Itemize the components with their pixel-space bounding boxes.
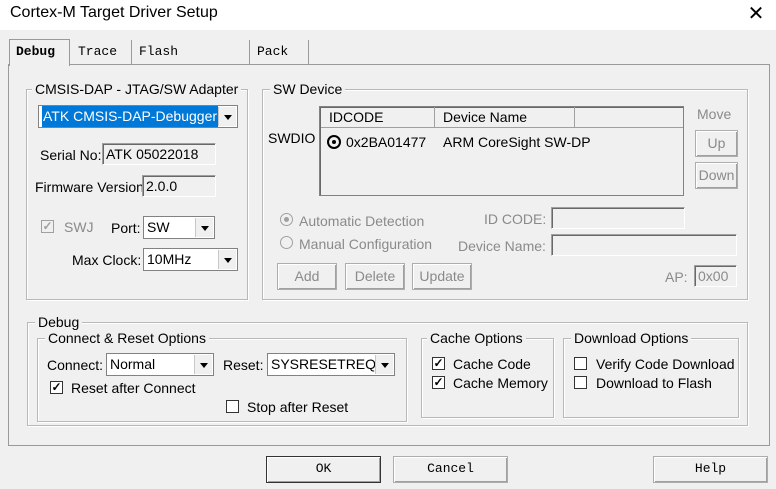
- swdio-label: SWDIO: [268, 130, 316, 146]
- connect-select[interactable]: Normal: [106, 353, 214, 376]
- tab-debug[interactable]: Debug: [9, 39, 70, 66]
- chevron-down-icon[interactable]: [218, 107, 236, 126]
- serial-field: ATK 05022018: [102, 143, 216, 165]
- manual-config-radio[interactable]: [280, 236, 293, 249]
- stop-after-reset-label: Stop after Reset: [247, 399, 349, 415]
- maxclock-label: Max Clock:: [72, 252, 142, 268]
- chevron-down-icon[interactable]: [194, 355, 212, 374]
- column-divider: [574, 107, 575, 127]
- verify-download-label: Verify Code Download: [596, 356, 735, 372]
- swj-checkbox[interactable]: ✓: [41, 220, 54, 233]
- reset-select-value: SYSRESETREQ: [271, 356, 377, 372]
- auto-detect-label: Automatic Detection: [299, 213, 425, 229]
- device-list[interactable]: IDCODE Device Name 0x2BA01477 ARM CoreSi…: [319, 106, 684, 196]
- title-bar: Cortex-M Target Driver Setup ✕: [0, 0, 776, 30]
- radio-selected-icon: [327, 135, 341, 149]
- cancel-button[interactable]: Cancel: [393, 456, 508, 483]
- row-idcode: 0x2BA01477: [346, 134, 427, 150]
- download-to-flash-label: Download to Flash: [596, 375, 712, 391]
- close-icon[interactable]: ✕: [744, 2, 768, 26]
- move-label: Move: [697, 106, 732, 122]
- maxclock-select[interactable]: 10MHz: [143, 248, 238, 271]
- cache-memory-label: Cache Memory: [453, 375, 548, 391]
- connect-select-value: Normal: [110, 356, 156, 372]
- ap-field[interactable]: 0x00: [694, 265, 737, 287]
- reset-after-connect-label: Reset after Connect: [71, 380, 196, 396]
- auto-detect-radio[interactable]: [280, 213, 293, 226]
- swj-label: SWJ: [64, 219, 94, 235]
- reset-select[interactable]: SYSRESETREQ: [267, 353, 395, 376]
- verify-download-checkbox[interactable]: [574, 357, 587, 370]
- id-code-label: ID CODE:: [484, 211, 547, 227]
- ok-button[interactable]: OK: [266, 456, 381, 483]
- serial-label: Serial No:: [40, 147, 102, 163]
- delete-button[interactable]: Delete: [345, 263, 405, 290]
- row-device-name: ARM CoreSight SW-DP: [443, 134, 591, 150]
- stop-after-reset-checkbox[interactable]: [226, 400, 239, 413]
- download-to-flash-checkbox[interactable]: [574, 376, 587, 389]
- column-divider: [434, 107, 435, 127]
- add-button[interactable]: Add: [277, 263, 337, 290]
- manual-config-label: Manual Configuration: [299, 236, 433, 252]
- firmware-field: 2.0.0: [142, 175, 216, 197]
- port-select-value: SW: [147, 219, 170, 235]
- cache-options-group-label: Cache Options: [427, 330, 526, 346]
- download-options-group-label: Download Options: [571, 330, 692, 346]
- connect-reset-group-label: Connect & Reset Options: [45, 330, 209, 346]
- firmware-label: Firmware Version:: [35, 179, 148, 195]
- update-button[interactable]: Update: [412, 263, 472, 290]
- chevron-down-icon[interactable]: [195, 218, 213, 237]
- device-list-header: IDCODE Device Name: [321, 107, 683, 128]
- id-code-field[interactable]: [551, 207, 685, 229]
- column-idcode[interactable]: IDCODE: [329, 108, 383, 127]
- cache-memory-checkbox[interactable]: ✓: [432, 376, 445, 389]
- move-up-button[interactable]: Up: [695, 130, 738, 157]
- sw-device-group-label: SW Device: [270, 81, 346, 97]
- cache-code-label: Cache Code: [453, 356, 531, 372]
- adapter-select-value: ATK CMSIS-DAP-Debugger: [42, 106, 219, 127]
- window-title: Cortex-M Target Driver Setup: [10, 4, 218, 21]
- debug-group-label: Debug: [35, 314, 83, 330]
- device-name-field[interactable]: [551, 234, 737, 256]
- tab-pack[interactable]: Pack: [251, 40, 309, 65]
- ap-label: AP:: [665, 269, 688, 285]
- column-device-name[interactable]: Device Name: [443, 108, 527, 127]
- connect-label: Connect:: [47, 357, 104, 373]
- chevron-down-icon[interactable]: [375, 355, 393, 374]
- device-name-label: Device Name:: [458, 238, 546, 254]
- port-select[interactable]: SW: [143, 216, 215, 239]
- tab-trace[interactable]: Trace: [72, 40, 132, 65]
- tab-flash-download[interactable]: Flash Download: [133, 40, 250, 83]
- maxclock-select-value: 10MHz: [147, 251, 192, 267]
- chevron-down-icon[interactable]: [218, 250, 236, 269]
- table-row[interactable]: 0x2BA01477 ARM CoreSight SW-DP: [321, 133, 683, 153]
- move-down-button[interactable]: Down: [695, 162, 738, 189]
- port-label: Port:: [111, 220, 141, 236]
- cache-code-checkbox[interactable]: ✓: [432, 357, 445, 370]
- reset-after-connect-checkbox[interactable]: ✓: [50, 381, 63, 394]
- help-button[interactable]: Help: [653, 456, 768, 483]
- reset-label: Reset:: [223, 357, 264, 373]
- adapter-group-label: CMSIS-DAP - JTAG/SW Adapter: [32, 81, 242, 97]
- adapter-select[interactable]: ATK CMSIS-DAP-Debugger: [38, 105, 238, 128]
